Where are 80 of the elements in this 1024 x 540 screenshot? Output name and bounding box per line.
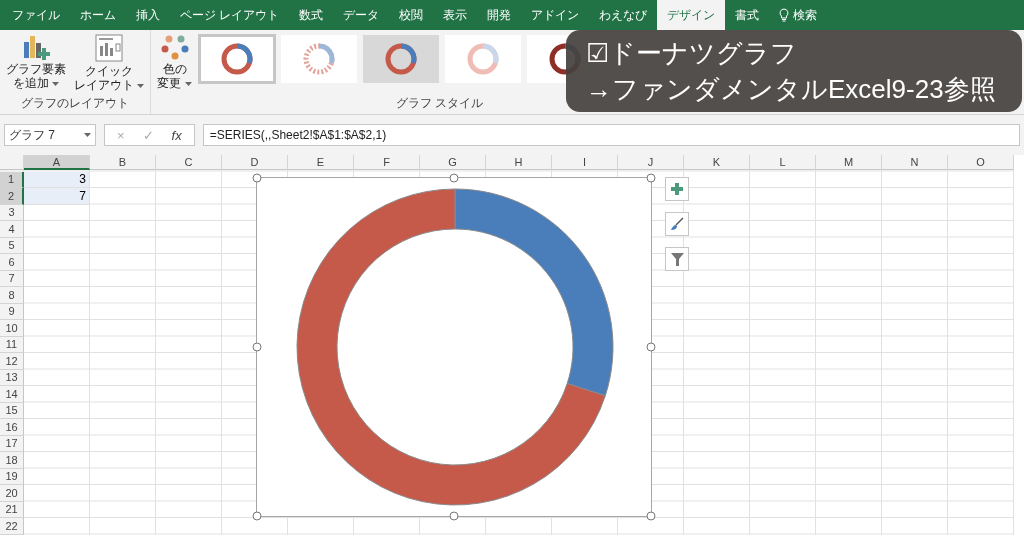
- formula-field[interactable]: =SERIES(,,Sheet2!$A$1:$A$2,1): [202, 124, 1020, 146]
- brush-icon: [670, 217, 684, 231]
- ribbon-tab[interactable]: デザイン: [657, 0, 726, 30]
- column-header[interactable]: H: [486, 155, 552, 170]
- column-header[interactable]: D: [222, 155, 288, 170]
- filter-icon: [670, 252, 684, 266]
- ribbon-tab[interactable]: アドイン: [521, 0, 590, 30]
- caret-icon: [84, 132, 91, 138]
- column-header[interactable]: N: [882, 155, 948, 170]
- ribbon-tab[interactable]: 校閲: [389, 0, 434, 30]
- lightbulb-icon: [779, 8, 790, 22]
- group-label: グラフ スタイル: [394, 95, 485, 112]
- name-box[interactable]: グラフ 7: [4, 124, 96, 146]
- column-header[interactable]: B: [90, 155, 156, 170]
- ribbon-tab[interactable]: 書式: [725, 0, 770, 30]
- group-label: グラフのレイアウト: [20, 95, 131, 112]
- resize-handle[interactable]: [252, 342, 262, 352]
- resize-handle[interactable]: [449, 511, 459, 521]
- row-header[interactable]: 14: [0, 386, 24, 403]
- column-header[interactable]: G: [420, 155, 486, 170]
- resize-handle[interactable]: [252, 511, 262, 521]
- bar-chart-plus-icon: [22, 34, 50, 60]
- caret-icon: [52, 82, 60, 87]
- row-header[interactable]: 22: [0, 518, 24, 535]
- row-header[interactable]: 8: [0, 287, 24, 304]
- column-header[interactable]: M: [816, 155, 882, 170]
- column-header[interactable]: L: [750, 155, 816, 170]
- chart-filters-button[interactable]: [665, 247, 689, 271]
- column-header[interactable]: A: [24, 155, 90, 170]
- ribbon-tab[interactable]: 数式: [289, 0, 334, 30]
- row-header[interactable]: 4: [0, 221, 24, 238]
- column-header[interactable]: J: [618, 155, 684, 170]
- row-header[interactable]: 2: [0, 188, 24, 205]
- chart-style-thumbnail-icon: [465, 42, 500, 76]
- caption-text: →ファンダメンタルExcel9-23参照: [586, 73, 997, 106]
- ribbon-button[interactable]: グラフ要素 を追加: [4, 34, 68, 95]
- resize-handle[interactable]: [646, 173, 656, 183]
- column-header[interactable]: I: [552, 155, 618, 170]
- ribbon-tab[interactable]: 開発: [477, 0, 522, 30]
- column-header[interactable]: K: [684, 155, 750, 170]
- color-dots-icon: [159, 34, 190, 60]
- chart-style-thumbnail-icon: [219, 42, 254, 76]
- column-header[interactable]: O: [948, 155, 1014, 170]
- search-button[interactable]: 検索: [769, 0, 828, 30]
- plus-icon: [671, 183, 683, 195]
- ribbon-tab[interactable]: わえなび: [589, 0, 658, 30]
- ribbon-tab[interactable]: ホーム: [70, 0, 126, 30]
- table-cell: 7: [24, 188, 90, 205]
- chart-style-option[interactable]: [197, 34, 276, 84]
- row-header[interactable]: 12: [0, 353, 24, 370]
- ribbon-tab[interactable]: ファイル: [2, 0, 70, 30]
- caret-icon: [137, 84, 145, 89]
- chart-elements-button[interactable]: [665, 177, 689, 201]
- ribbon-tab[interactable]: ページ レイアウト: [170, 0, 290, 30]
- row-header[interactable]: 16: [0, 419, 24, 436]
- chart-styles-button[interactable]: [665, 212, 689, 236]
- row-header[interactable]: 18: [0, 452, 24, 469]
- chart-style-thumbnail-icon: [301, 42, 336, 76]
- row-header[interactable]: 1: [0, 171, 24, 188]
- column-header[interactable]: E: [288, 155, 354, 170]
- ribbon-button[interactable]: クイック レイアウト: [72, 34, 147, 95]
- row-header[interactable]: 6: [0, 254, 24, 271]
- resize-handle[interactable]: [449, 173, 459, 183]
- ribbon-tab[interactable]: 挿入: [126, 0, 170, 30]
- chart-style-thumbnail-icon: [383, 42, 418, 76]
- change-colors-button[interactable]: 色の 変更: [155, 34, 194, 95]
- row-header[interactable]: 20: [0, 485, 24, 502]
- table-cell: 3: [24, 171, 90, 188]
- caption-text: ☑ドーナツグラフ: [586, 37, 798, 70]
- column-header[interactable]: C: [156, 155, 222, 170]
- row-header[interactable]: 10: [0, 320, 24, 337]
- ribbon-tab[interactable]: 表示: [433, 0, 478, 30]
- resize-handle[interactable]: [646, 342, 656, 352]
- insert-function-button[interactable]: fx: [171, 127, 182, 143]
- column-header[interactable]: F: [354, 155, 420, 170]
- caret-icon: [184, 82, 192, 87]
- layout-icon: [95, 34, 124, 62]
- ribbon-tab[interactable]: データ: [333, 0, 390, 30]
- resize-handle[interactable]: [646, 511, 656, 521]
- resize-handle[interactable]: [252, 173, 262, 183]
